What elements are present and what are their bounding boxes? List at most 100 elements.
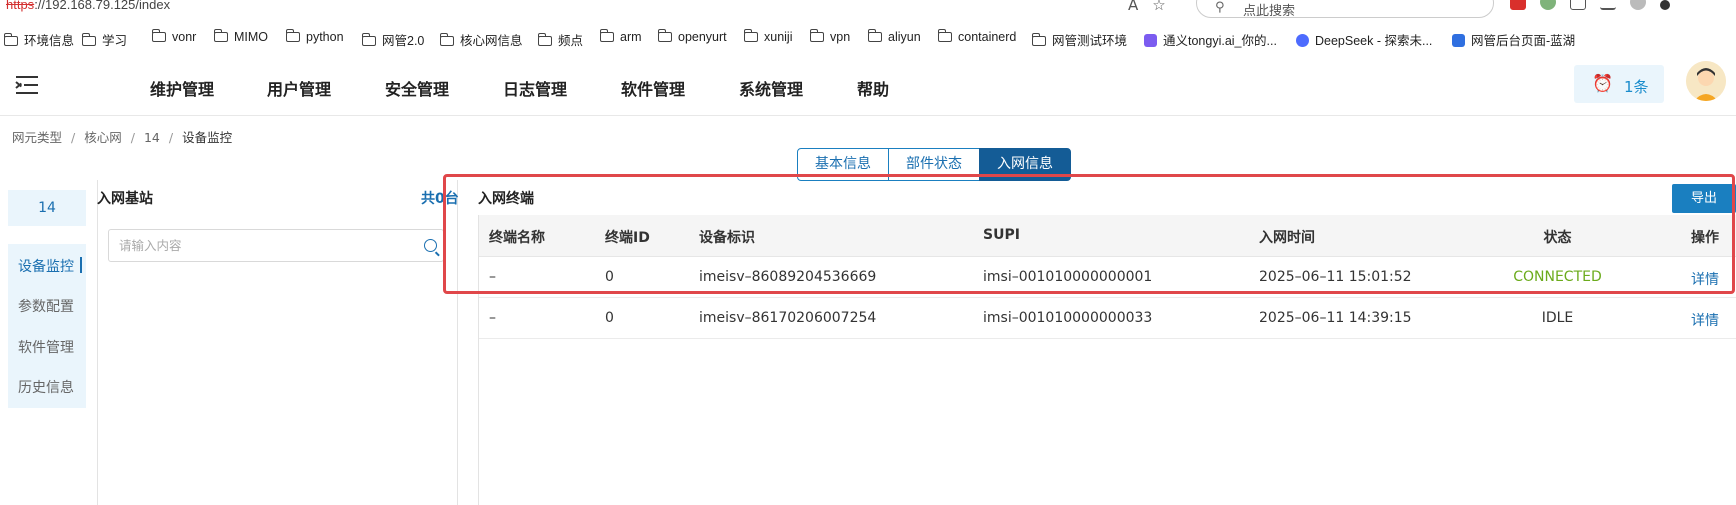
bookmark-folder[interactable]: containerd	[938, 29, 1016, 44]
breadcrumb-item[interactable]: 核心网	[84, 130, 122, 145]
folder-icon	[1032, 33, 1046, 46]
detail-link[interactable]: 详情	[1691, 269, 1719, 289]
bookmark-folder[interactable]: vonr	[152, 29, 196, 44]
sidebar-item-software[interactable]: 软件管理	[18, 337, 74, 357]
folder-icon	[362, 33, 376, 46]
breadcrumb-current: 设备监控	[182, 130, 233, 145]
tab-access-info[interactable]: 入网信息	[979, 148, 1071, 181]
nav-users[interactable]: 用户管理	[267, 76, 331, 100]
read-aloud-icon[interactable]: A	[1128, 0, 1138, 14]
bookmark-folder[interactable]: openyurt	[658, 29, 727, 44]
folder-icon	[538, 33, 552, 46]
breadcrumb: 网元类型 / 核心网/14/设备监控	[12, 130, 233, 145]
nav-security[interactable]: 安全管理	[385, 76, 449, 100]
supi: imsi–001010000000001	[983, 269, 1153, 285]
sidebar-menu: 设备监控 参数配置 软件管理 历史信息	[8, 244, 86, 408]
bookmark-folder[interactable]: MIMO	[214, 29, 268, 44]
folder-icon	[214, 29, 228, 42]
bookmark-link[interactable]: 网管后台页面-蓝湖	[1452, 30, 1575, 49]
nav-logs[interactable]: 日志管理	[503, 76, 567, 100]
alarm-indicator[interactable]: ⏰ 1条	[1574, 65, 1664, 103]
bookmarks-bar: 环境信息 学习 vonr MIMO python 网管2.0 核心网信息 频点 …	[0, 24, 1736, 52]
breadcrumb-item[interactable]: 14	[144, 130, 160, 145]
favorites-list-icon[interactable]	[1600, 0, 1616, 10]
bookmark-link[interactable]: DeepSeek - 探索未...	[1296, 30, 1432, 49]
table-row: – 0 imeisv–86089204536669 imsi–001010000…	[479, 257, 1736, 298]
tab-basic-info[interactable]: 基本信息	[797, 148, 889, 181]
extensions-puzzle-icon[interactable]	[1570, 0, 1586, 10]
tongyi-icon	[1144, 34, 1157, 47]
bookmark-folder[interactable]: 频点	[538, 30, 583, 49]
nav-help[interactable]: 帮助	[857, 76, 889, 100]
export-button[interactable]: 导出	[1672, 184, 1736, 213]
search-icon: ⚲	[1215, 0, 1225, 15]
avatar[interactable]	[1686, 61, 1726, 101]
bookmark-folder[interactable]: python	[286, 29, 344, 44]
terminal-id: 0	[605, 310, 614, 326]
sidebar-item-param-config[interactable]: 参数配置	[18, 296, 74, 316]
bookmark-folder[interactable]: arm	[600, 29, 642, 44]
base-station-title: 入网基站	[97, 191, 153, 207]
bookmark-folder[interactable]: aliyun	[868, 29, 921, 44]
bookmark-folder[interactable]: 环境信息	[4, 30, 74, 49]
base-station-search-input[interactable]	[109, 230, 399, 261]
bookmark-link[interactable]: 通义tongyi.ai_你的...	[1144, 30, 1277, 49]
address-bar-icons: A ☆	[1128, 0, 1180, 14]
browser-address-bar: https://192.168.79.125/index A ☆ ⚲ 点此搜索	[0, 0, 1736, 20]
folder-icon	[82, 33, 96, 46]
supi: imsi–001010000000033	[983, 310, 1153, 326]
alarm-icon: ⏰	[1592, 74, 1614, 94]
column-header: SUPI	[983, 227, 1020, 243]
folder-icon	[658, 29, 672, 42]
folder-icon	[938, 29, 952, 42]
folder-icon	[152, 29, 166, 42]
extension-icons	[1510, 0, 1684, 14]
folder-icon	[744, 29, 758, 42]
terminal-table: 终端名称 终端ID 设备标识 SUPI 入网时间 状态 操作 – 0 imeis…	[478, 215, 1736, 505]
more-icon[interactable]	[1660, 0, 1670, 10]
extension-badge-icon[interactable]	[1540, 0, 1556, 10]
detail-link[interactable]: 详情	[1691, 310, 1719, 330]
column-header: 状态	[1543, 230, 1572, 246]
url-text[interactable]: https://192.168.79.125/index	[6, 0, 170, 12]
tab-group: 基本信息 部件状态 入网信息	[797, 148, 1071, 181]
sidebar-item-history[interactable]: 历史信息	[18, 377, 74, 397]
app-header: 维护管理 用户管理 安全管理 日志管理 软件管理 系统管理 帮助 ⏰ 1条	[0, 56, 1736, 116]
folder-icon	[810, 29, 824, 42]
bookmark-folder[interactable]: 核心网信息	[440, 30, 523, 49]
sidebar-item-device-monitor[interactable]: 设备监控	[18, 256, 82, 276]
column-header: 设备标识	[699, 230, 755, 246]
nav-software[interactable]: 软件管理	[621, 76, 685, 100]
menu-toggle-icon[interactable]	[15, 76, 38, 94]
folder-icon	[440, 33, 454, 46]
table-row: – 0 imeisv–86170206007254 imsi–001010000…	[479, 298, 1736, 339]
base-station-count: 共0台	[421, 191, 459, 207]
browser-search-box[interactable]: ⚲ 点此搜索	[1196, 0, 1494, 19]
extension-fe-icon[interactable]	[1510, 0, 1526, 10]
folder-icon	[4, 33, 18, 46]
bookmark-folder[interactable]: vpn	[810, 29, 850, 44]
device-id: imeisv–86089204536669	[699, 269, 877, 285]
search-icon[interactable]	[424, 239, 437, 252]
avatar-icon	[1686, 61, 1726, 101]
access-time: 2025–06–11 14:39:15	[1259, 310, 1412, 326]
nav-maintenance[interactable]: 维护管理	[150, 76, 214, 100]
status-badge: CONNECTED	[1513, 269, 1602, 285]
breadcrumb-item[interactable]: 网元类型	[12, 130, 62, 145]
bookmark-folder[interactable]: 网管2.0	[362, 30, 424, 49]
nav-system[interactable]: 系统管理	[739, 76, 803, 100]
bookmark-folder[interactable]: xuniji	[744, 29, 793, 44]
tab-component-status[interactable]: 部件状态	[888, 148, 980, 181]
profile-icon[interactable]	[1630, 0, 1646, 10]
bookmark-folder[interactable]: 网管测试环境	[1032, 30, 1127, 49]
search-placeholder: 点此搜索	[1243, 4, 1296, 19]
bookmark-folder[interactable]: 学习	[82, 30, 127, 49]
column-header: 入网时间	[1259, 230, 1315, 246]
sidebar-title: 14	[8, 190, 86, 226]
column-header: 操作	[1691, 230, 1719, 246]
favorite-star-icon[interactable]: ☆	[1152, 0, 1165, 14]
access-time: 2025–06–11 15:01:52	[1259, 269, 1412, 285]
terminal-id: 0	[605, 269, 614, 285]
alarm-count: 1条	[1624, 78, 1649, 96]
folder-icon	[868, 29, 882, 42]
